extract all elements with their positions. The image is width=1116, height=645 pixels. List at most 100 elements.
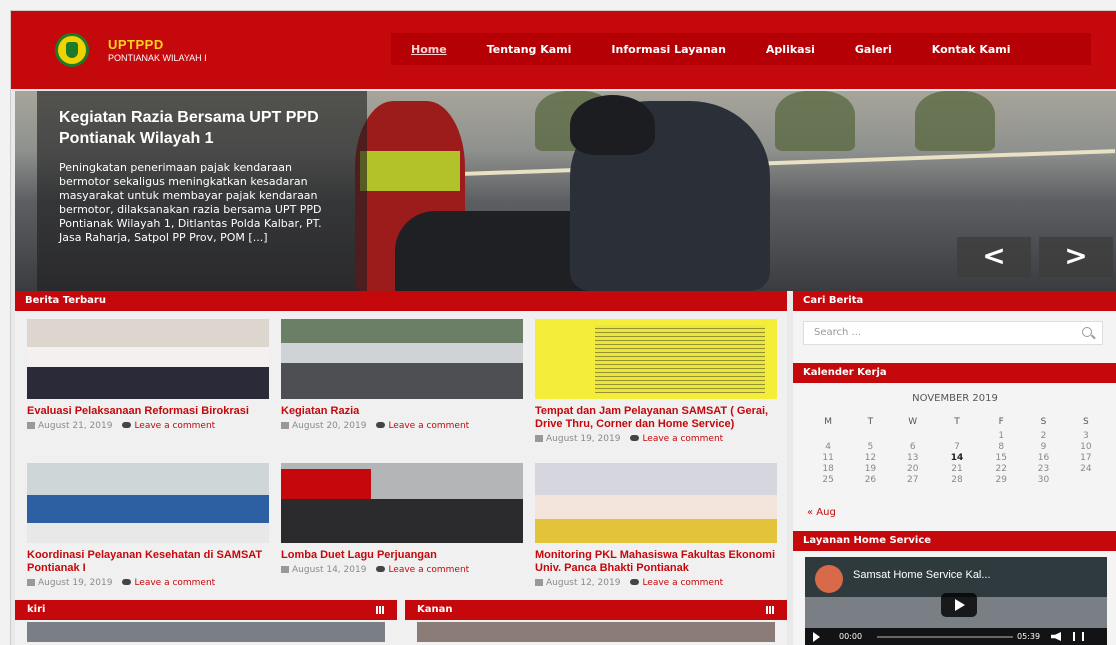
- section-kanan-image[interactable]: [417, 622, 775, 642]
- channel-avatar[interactable]: [815, 565, 843, 593]
- calendar-icon: [281, 422, 289, 429]
- calendar-day: 28: [951, 475, 963, 485]
- post-date[interactable]: August 12, 2019: [546, 578, 620, 588]
- calendar-weekdays: M T W T F S S: [807, 413, 1107, 431]
- post-date[interactable]: August 21, 2019: [38, 421, 112, 431]
- nav-informasi-layanan[interactable]: Informasi Layanan: [591, 43, 746, 56]
- calendar-day: 30: [1037, 475, 1050, 485]
- post-thumbnail[interactable]: [27, 463, 269, 543]
- calendar-day: 8: [998, 442, 1005, 452]
- calendar-week: 4 5 6 7 8 9 10: [807, 442, 1107, 453]
- hero-slider: Kegiatan Razia Bersama UPT PPD Pontianak…: [15, 91, 1116, 291]
- helmet: [570, 95, 655, 155]
- search-icon[interactable]: [1082, 327, 1092, 337]
- grid-icon[interactable]: [766, 606, 775, 614]
- nav-home[interactable]: Home: [391, 43, 467, 56]
- post-date[interactable]: August 19, 2019: [546, 434, 620, 444]
- sidebar: Cari Berita Search ... Kalender Kerja NO…: [793, 291, 1116, 645]
- safety-vest: [360, 151, 460, 191]
- play-icon[interactable]: [813, 632, 820, 642]
- post-card: Kegiatan Razia August 20, 2019 Leave a co…: [281, 319, 523, 431]
- search-input[interactable]: Search ...: [803, 321, 1103, 345]
- post-thumbnail[interactable]: [535, 319, 777, 399]
- post-date[interactable]: August 20, 2019: [292, 421, 366, 431]
- progress-bar[interactable]: [877, 636, 1013, 638]
- post-title[interactable]: Lomba Duet Lagu Perjuangan: [281, 549, 523, 562]
- post-card: Evaluasi Pelaksanaan Reformasi Birokrasi…: [27, 319, 269, 431]
- nav-kontak-kami[interactable]: Kontak Kami: [912, 43, 1031, 56]
- calendar-day: 19: [864, 464, 877, 474]
- comment-link[interactable]: Leave a comment: [388, 565, 469, 575]
- post-meta: August 20, 2019 Leave a comment: [281, 421, 523, 431]
- volume-icon[interactable]: [1051, 632, 1061, 641]
- bg-tree: [775, 91, 855, 151]
- calendar-day: 13: [906, 453, 919, 463]
- calendar-week: 25 26 27 28 29 30: [807, 475, 1107, 486]
- weekday-label: M: [824, 417, 833, 427]
- post-card: Koordinasi Pelayanan Kesehatan di SAMSAT…: [27, 463, 269, 588]
- banner-graphic: [281, 469, 371, 499]
- slider-next-button[interactable]: >: [1039, 237, 1113, 277]
- calendar-table: M T W T F S S 1 2 3 4 5 6 7 8 9 10 11 12 13 14 15 16 17 1…: [807, 413, 1107, 486]
- weekday-label: S: [1082, 417, 1089, 427]
- calendar-day: 1: [998, 431, 1005, 441]
- comment-icon: [122, 579, 132, 585]
- section-kiri-image[interactable]: [27, 622, 385, 642]
- nav-aplikasi[interactable]: Aplikasi: [746, 43, 835, 56]
- comment-link[interactable]: Leave a comment: [134, 578, 215, 588]
- post-thumbnail[interactable]: [281, 463, 523, 543]
- nav-galeri[interactable]: Galeri: [835, 43, 912, 56]
- slider-prev-button[interactable]: <: [957, 237, 1031, 277]
- post-thumbnail[interactable]: [281, 319, 523, 399]
- brand-title[interactable]: UPTPPD: [108, 37, 164, 52]
- calendar-icon: [281, 566, 289, 573]
- grid-icon[interactable]: [376, 606, 385, 614]
- calendar-week: 11 12 13 14 15 16 17: [807, 453, 1107, 464]
- slide-caption: Kegiatan Razia Bersama UPT PPD Pontianak…: [37, 91, 367, 291]
- comment-icon: [630, 435, 640, 441]
- search-heading: Cari Berita: [793, 291, 1116, 311]
- weekday-label: S: [1040, 417, 1047, 427]
- post-date[interactable]: August 14, 2019: [292, 565, 366, 575]
- calendar-week: 18 19 20 21 22 23 24: [807, 464, 1107, 475]
- post-thumbnail[interactable]: [535, 463, 777, 543]
- calendar-day: 16: [1037, 453, 1050, 463]
- post-thumbnail[interactable]: [27, 319, 269, 399]
- nav-tentang-kami[interactable]: Tentang Kami: [467, 43, 592, 56]
- post-date[interactable]: August 19, 2019: [38, 578, 112, 588]
- post-title[interactable]: Tempat dan Jam Pelayanan SAMSAT ( Gerai,…: [535, 405, 777, 431]
- calendar-day: 3: [1082, 431, 1089, 441]
- calendar-day: 6: [909, 442, 916, 452]
- search-placeholder: Search ...: [814, 327, 862, 338]
- site-logo[interactable]: [55, 33, 89, 67]
- post-title[interactable]: Kegiatan Razia: [281, 405, 523, 418]
- comment-link[interactable]: Leave a comment: [642, 434, 723, 444]
- site-header: UPTPPD PONTIANAK WILAYAH I Home Tentang …: [11, 11, 1116, 89]
- calendar-icon: [535, 435, 543, 442]
- page-frame: UPTPPD PONTIANAK WILAYAH I Home Tentang …: [10, 10, 1116, 645]
- post-meta: August 21, 2019 Leave a comment: [27, 421, 269, 431]
- calendar-day: 5: [867, 442, 874, 452]
- comment-link[interactable]: Leave a comment: [134, 421, 215, 431]
- calendar-day: 9: [1040, 442, 1047, 452]
- section-kiri-title: kiri: [27, 604, 46, 615]
- post-title[interactable]: Monitoring PKL Mahasiswa Fakultas Ekonom…: [535, 549, 777, 575]
- calendar-day: 15: [995, 453, 1007, 463]
- calendar-day: 14: [950, 453, 964, 463]
- video-title[interactable]: Samsat Home Service Kal...: [853, 569, 991, 581]
- calendar-day: 18: [822, 464, 834, 474]
- comment-link[interactable]: Leave a comment: [642, 578, 723, 588]
- post-title[interactable]: Evaluasi Pelaksanaan Reformasi Birokrasi: [27, 405, 269, 418]
- schedule-text-graphic: [595, 325, 765, 393]
- fullscreen-icon[interactable]: [1073, 632, 1084, 641]
- calendar-days: 1 2 3 4 5 6 7 8 9 10 11 12 13 14 15 16 17 18 19 20 21 22 23 24 2…: [807, 431, 1107, 486]
- post-title[interactable]: Koordinasi Pelayanan Kesehatan di SAMSAT…: [27, 549, 269, 575]
- slide-title[interactable]: Kegiatan Razia Bersama UPT PPD Pontianak…: [59, 107, 345, 149]
- play-button[interactable]: [941, 593, 977, 617]
- video-player[interactable]: Samsat Home Service Kal... 00:00 05:39: [805, 557, 1107, 645]
- calendar-day: 27: [906, 475, 919, 485]
- calendar-prev-link[interactable]: « Aug: [807, 507, 836, 518]
- calendar-day: 26: [864, 475, 877, 485]
- calendar-day: 11: [822, 453, 834, 463]
- comment-link[interactable]: Leave a comment: [388, 421, 469, 431]
